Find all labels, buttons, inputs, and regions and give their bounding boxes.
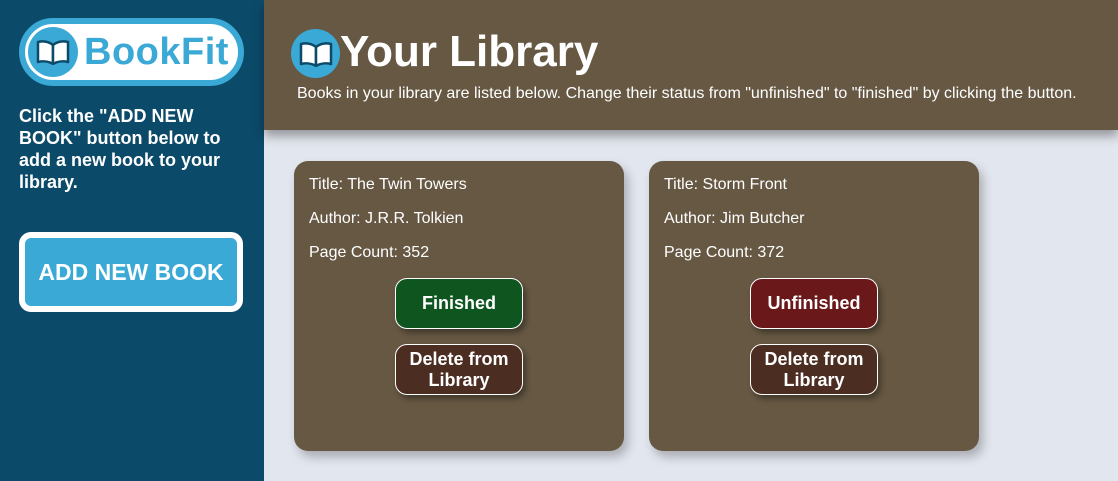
sidebar: BookFit Click the "ADD NEW BOOK" button … [0, 0, 264, 481]
book-title: Title: Storm Front [664, 176, 787, 193]
open-book-icon [291, 29, 340, 78]
sidebar-instructions: Click the "ADD NEW BOOK" button below to… [19, 106, 221, 192]
brand-logo: BookFit [19, 18, 244, 86]
delete-book-button[interactable]: Delete from Library [395, 344, 523, 395]
book-author: Author: J.R.R. Tolkien [309, 210, 464, 227]
open-book-icon [28, 27, 78, 77]
book-author: Author: Jim Butcher [664, 210, 805, 227]
book-page-count: Page Count: 352 [309, 244, 430, 261]
delete-book-button[interactable]: Delete from Library [750, 344, 878, 395]
page-subtitle: Books in your library are listed below. … [297, 85, 1077, 102]
add-new-book-button[interactable]: ADD NEW BOOK [19, 232, 243, 312]
book-title: Title: The Twin Towers [309, 176, 467, 193]
book-page-count: Page Count: 372 [664, 244, 785, 261]
book-card: Title: Storm Front Author: Jim Butcher P… [649, 161, 979, 451]
page-header: Your Library Books in your library are l… [264, 0, 1118, 130]
brand-name: BookFit [84, 30, 229, 73]
status-toggle-button[interactable]: Unfinished [750, 278, 878, 329]
status-toggle-button[interactable]: Finished [395, 278, 523, 329]
book-card: Title: The Twin Towers Author: J.R.R. To… [294, 161, 624, 451]
page-title: Your Library [340, 27, 599, 76]
